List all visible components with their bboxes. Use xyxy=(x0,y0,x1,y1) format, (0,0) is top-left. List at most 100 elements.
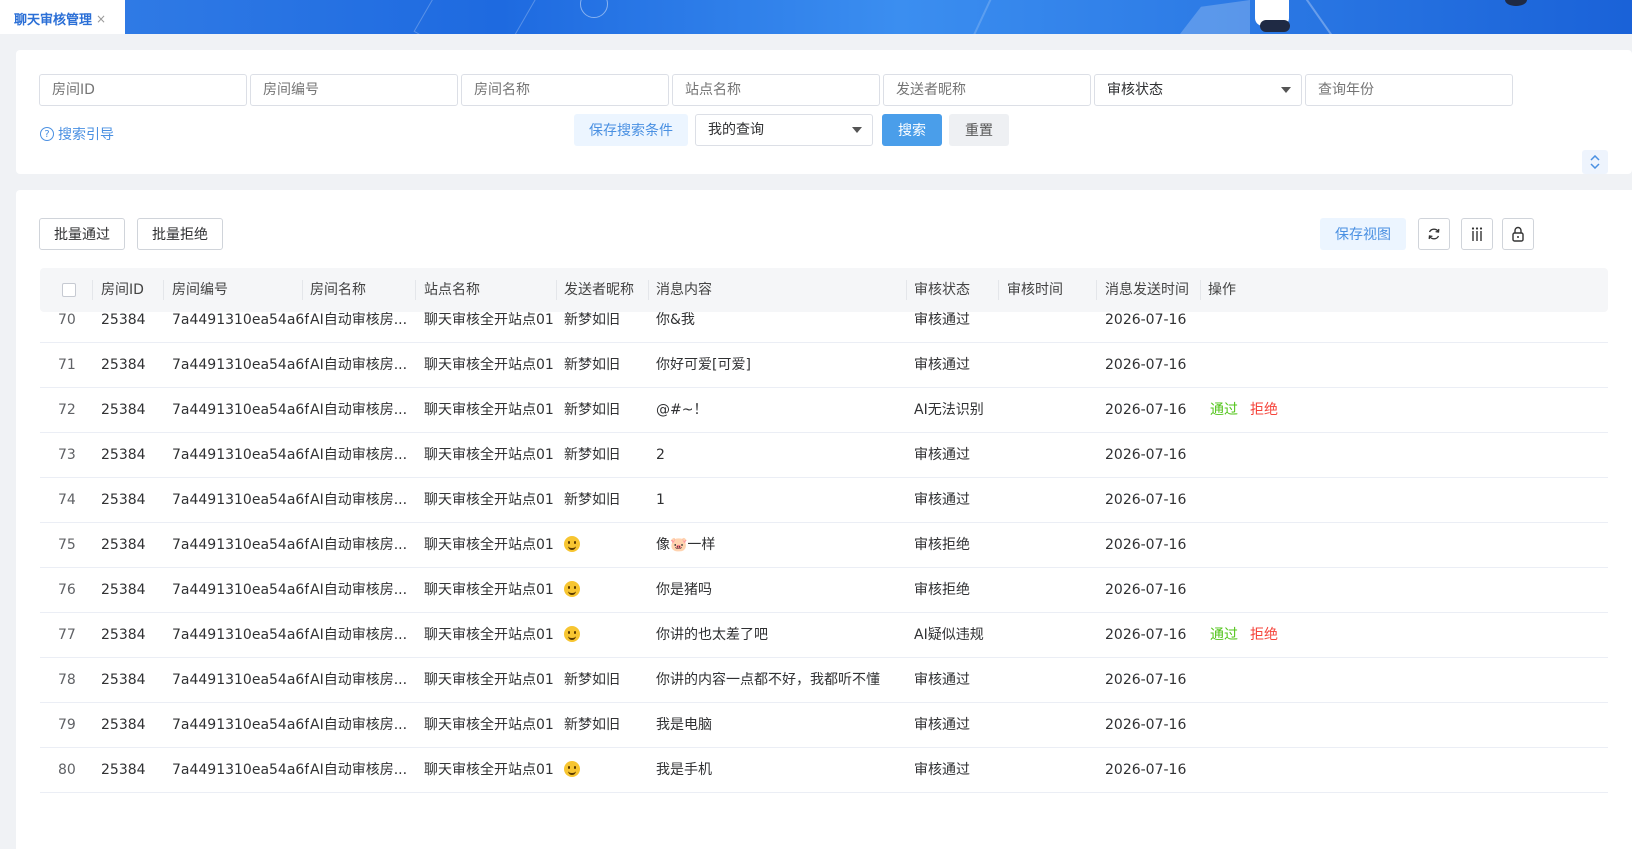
table-row[interactable]: 77 25384 7a4491310ea54a6f AI自动审核房... 聊天审核全开站… xyxy=(40,613,1608,658)
cell-message-content: 我是电脑 xyxy=(656,717,712,733)
sender-nickname-input[interactable] xyxy=(883,74,1091,106)
banner-decoration xyxy=(954,0,1008,34)
smiley-icon xyxy=(564,580,580,597)
cell-send-time: 2026-07-16 xyxy=(1105,402,1187,418)
cell-room-number: 7a4491310ea54a6f xyxy=(172,672,310,688)
reject-link[interactable]: 拒绝 xyxy=(1250,402,1278,418)
cell-row-index: 70 xyxy=(58,312,76,328)
save-search-conditions-button[interactable]: 保存搜索条件 xyxy=(574,114,688,146)
table-row[interactable]: 80 25384 7a4491310ea54a6f AI自动审核房... 聊天审核全开站… xyxy=(40,748,1608,793)
table-row[interactable]: 75 25384 7a4491310ea54a6f AI自动审核房... 聊天审核全开站… xyxy=(40,523,1608,568)
cell-row-index: 71 xyxy=(58,357,76,373)
cell-site-name: 聊天审核全开站点01 xyxy=(424,717,554,733)
room-name-input[interactable] xyxy=(461,74,669,106)
cell-message-content: 你讲的内容一点都不好，我都听不懂 xyxy=(656,672,880,688)
column-divider xyxy=(415,280,416,300)
reset-button[interactable]: 重置 xyxy=(949,114,1009,146)
cell-actions: 通过 拒绝 xyxy=(1210,613,1278,658)
column-settings-button[interactable] xyxy=(1461,218,1493,250)
cell-send-time: 2026-07-16 xyxy=(1105,357,1187,373)
cell-message-content: 1 xyxy=(656,492,665,508)
table-row[interactable]: 76 25384 7a4491310ea54a6f AI自动审核房... 聊天审核全开站… xyxy=(40,568,1608,613)
batch-reject-button[interactable]: 批量拒绝 xyxy=(137,218,223,250)
cell-audit-status: 审核通过 xyxy=(914,717,970,733)
cell-send-time: 2026-07-16 xyxy=(1105,312,1187,328)
collapse-toggle-icon[interactable] xyxy=(1582,150,1608,174)
cell-actions: 通过 拒绝 xyxy=(1210,388,1278,433)
cell-sender-nickname xyxy=(564,523,580,568)
close-icon[interactable]: × xyxy=(96,12,106,26)
room-id-input[interactable] xyxy=(39,74,247,106)
reject-link[interactable]: 拒绝 xyxy=(1250,627,1278,643)
cell-room-number: 7a4491310ea54a6f xyxy=(172,312,310,328)
header-room-name[interactable]: 房间名称 xyxy=(310,268,366,312)
tab-chat-review[interactable]: 聊天审核管理 × xyxy=(0,3,124,34)
site-name-input[interactable] xyxy=(672,74,880,106)
cell-row-index: 74 xyxy=(58,492,76,508)
cell-room-number: 7a4491310ea54a6f xyxy=(172,447,310,463)
cell-audit-status: 审核拒绝 xyxy=(914,537,970,553)
cell-sender-nickname: 新梦如旧 xyxy=(564,447,620,463)
table-row[interactable]: 74 25384 7a4491310ea54a6f AI自动审核房... 聊天审核全开站… xyxy=(40,478,1608,523)
chevron-updown-icon xyxy=(1590,155,1600,169)
my-query-label: 我的查询 xyxy=(708,122,764,138)
header-send-time[interactable]: 消息发送时间 xyxy=(1105,268,1189,312)
room-number-input[interactable] xyxy=(250,74,458,106)
cell-row-index: 78 xyxy=(58,672,76,688)
cell-room-id: 25384 xyxy=(101,672,146,688)
smiley-icon xyxy=(564,535,580,552)
cell-message-content: 我是手机 xyxy=(656,762,712,778)
cell-message-content: 你是猪吗 xyxy=(656,582,712,598)
cell-site-name: 聊天审核全开站点01 xyxy=(424,762,554,778)
cell-site-name: 聊天审核全开站点01 xyxy=(424,447,554,463)
cell-message-content: 2 xyxy=(656,447,665,463)
search-guide-link[interactable]: ? 搜索引导 xyxy=(40,124,114,144)
cell-room-name: AI自动审核房... xyxy=(310,582,408,598)
cell-site-name: 聊天审核全开站点01 xyxy=(424,672,554,688)
header-audit-status[interactable]: 审核状态 xyxy=(914,268,970,312)
refresh-icon xyxy=(1428,228,1440,240)
header-room-number[interactable]: 房间编号 xyxy=(172,268,228,312)
audit-status-select[interactable]: 审核状态 xyxy=(1094,74,1302,106)
table-row[interactable]: 72 25384 7a4491310ea54a6f AI自动审核房... 聊天审核全开站… xyxy=(40,388,1608,433)
cell-sender-nickname: 新梦如旧 xyxy=(564,672,620,688)
refresh-button[interactable] xyxy=(1418,218,1450,250)
approve-link[interactable]: 通过 xyxy=(1210,627,1238,643)
header-message-content[interactable]: 消息内容 xyxy=(656,268,712,312)
cell-audit-status: 审核通过 xyxy=(914,357,970,373)
avatar xyxy=(1505,0,1527,6)
cell-room-id: 25384 xyxy=(101,537,146,553)
cell-message-content: 你&我 xyxy=(656,312,695,328)
cell-send-time: 2026-07-16 xyxy=(1105,762,1187,778)
cell-room-number: 7a4491310ea54a6f xyxy=(172,537,310,553)
cell-audit-status: 审核通过 xyxy=(914,762,970,778)
cell-room-id: 25384 xyxy=(101,492,146,508)
cell-room-name: AI自动审核房... xyxy=(310,537,408,553)
batch-pass-button[interactable]: 批量通过 xyxy=(39,218,125,250)
cell-sender-nickname: 新梦如旧 xyxy=(564,717,620,733)
cell-room-number: 7a4491310ea54a6f xyxy=(172,402,310,418)
table-row[interactable]: 71 25384 7a4491310ea54a6f AI自动审核房... 聊天审核全开站… xyxy=(40,343,1608,388)
header-room-id[interactable]: 房间ID xyxy=(101,268,144,312)
header-sender-nickname[interactable]: 发送者昵称 xyxy=(564,268,634,312)
approve-link[interactable]: 通过 xyxy=(1210,402,1238,418)
header-audit-time[interactable]: 审核时间 xyxy=(1007,268,1063,312)
query-year-input[interactable] xyxy=(1305,74,1513,106)
column-divider xyxy=(1200,280,1201,300)
save-view-button[interactable]: 保存视图 xyxy=(1320,218,1406,250)
header-site-name[interactable]: 站点名称 xyxy=(424,268,480,312)
cell-room-id: 25384 xyxy=(101,627,146,643)
search-button[interactable]: 搜索 xyxy=(882,114,942,146)
table-row[interactable]: 73 25384 7a4491310ea54a6f AI自动审核房... 聊天审核全开站… xyxy=(40,433,1608,478)
caret-down-icon xyxy=(1281,87,1291,93)
column-divider xyxy=(906,280,907,300)
table-row[interactable]: 78 25384 7a4491310ea54a6f AI自动审核房... 聊天审核全开站… xyxy=(40,658,1608,703)
lock-button[interactable] xyxy=(1502,218,1534,250)
select-all-checkbox[interactable] xyxy=(62,283,76,297)
banner-decoration xyxy=(1297,0,1345,34)
cell-row-index: 75 xyxy=(58,537,76,553)
table-row[interactable]: 70 25384 7a4491310ea54a6f AI自动审核房... 聊天审核全开站… xyxy=(40,312,1608,343)
column-divider xyxy=(998,280,999,300)
table-row[interactable]: 79 25384 7a4491310ea54a6f AI自动审核房... 聊天审核全开站… xyxy=(40,703,1608,748)
my-query-select[interactable]: 我的查询 xyxy=(695,114,873,146)
